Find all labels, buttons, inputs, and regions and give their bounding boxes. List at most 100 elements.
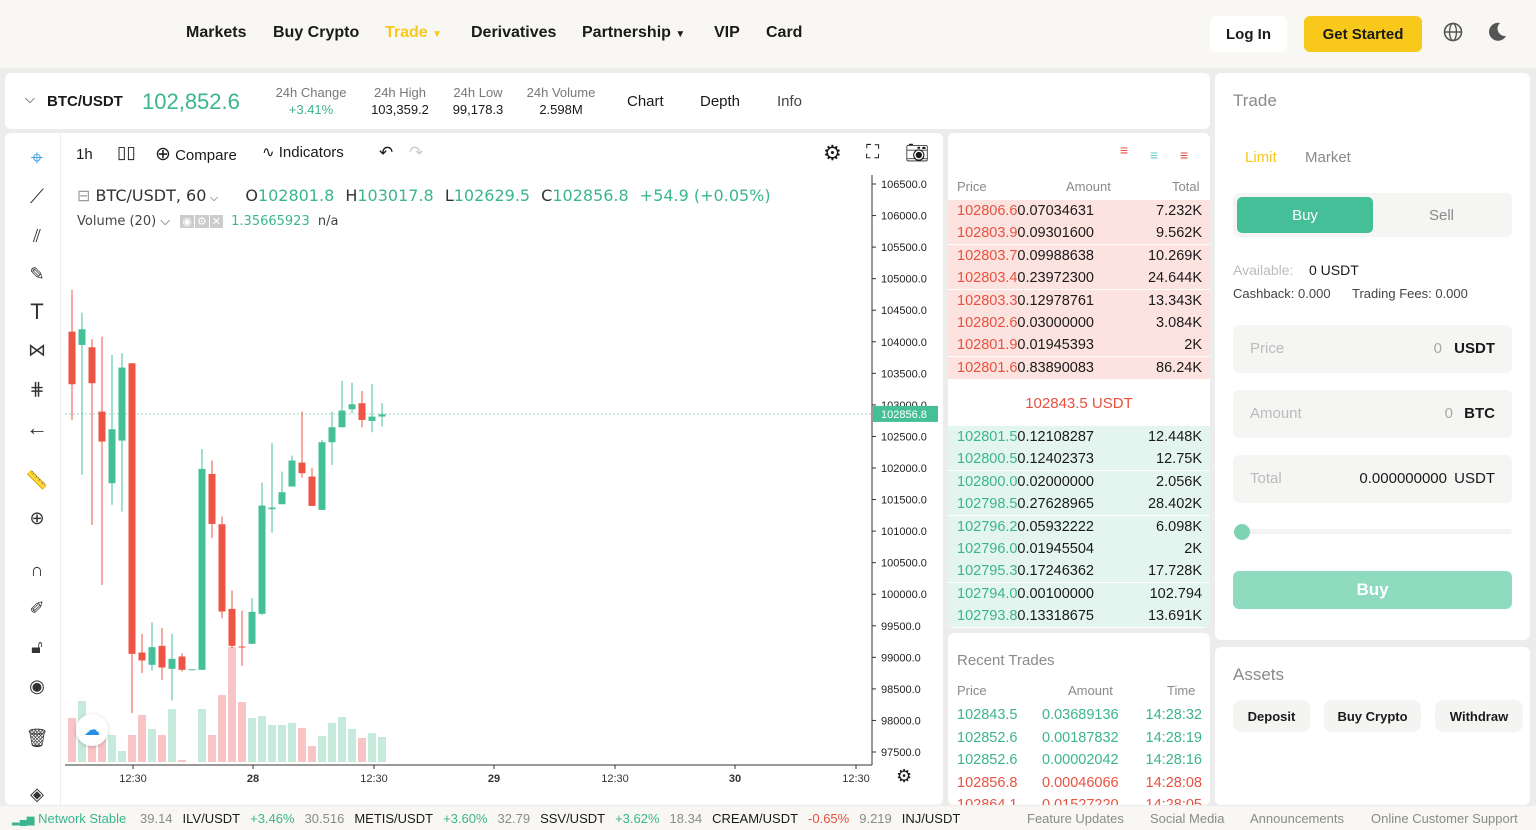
total-input[interactable]: 0.000000000 [1359,470,1447,487]
link-social-media[interactable]: Social Media [1150,811,1224,826]
trade-row: 102864.1 0.01527220 14:28:05 [948,794,1210,805]
rt-header-time: Time [1167,683,1196,698]
row-amount: 0.09988638 [1017,247,1094,264]
row-amount: 0.01945393 [1017,337,1094,354]
candle-body [318,442,326,510]
candle-body [148,647,156,665]
orderbook-row[interactable]: 102793.8 0.13318675 13.691K [948,605,1210,628]
amount-slider[interactable] [1236,529,1512,534]
trade-amount: 0.00002042 [1042,752,1119,769]
link-announcements[interactable]: Announcements [1250,811,1344,826]
row-total: 86.24K [1156,359,1202,376]
footer-ticker-price: 9.219 [859,811,892,826]
orderbook-row[interactable]: 102802.6 0.03000000 3.084K [948,312,1210,334]
volume-bar [238,702,246,762]
volume-bar [248,718,256,762]
row-price: 102806.6 [957,203,1018,219]
trade-row: 102843.5 0.03689136 14:28:32 [948,704,1210,726]
view-bids-icon[interactable]: ≡ [1150,147,1158,163]
amount-unit: BTC [1464,405,1495,422]
footer-ticker-pair[interactable]: METIS/USDT [354,811,433,826]
candle-body [168,658,176,669]
globe-icon[interactable] [1443,22,1463,42]
row-price: 102803.3 [957,292,1018,309]
row-total: 12.75K [1156,451,1202,468]
amount-label: Amount [1250,405,1302,422]
orderbook-row[interactable]: 102796.0 0.01945504 2K [948,538,1210,560]
view-both-icon[interactable]: ≡ [1120,143,1128,157]
link-feature-updates[interactable]: Feature Updates [1027,811,1124,826]
footer-ticker-pair[interactable]: INJ/USDT [902,811,961,826]
trade-time: 14:28:08 [1145,774,1202,791]
footer-ticker-pair[interactable]: SSV/USDT [540,811,605,826]
row-price: 102801.6 [957,359,1018,376]
volume-bar [278,725,286,762]
amount-input[interactable]: 0 [1445,405,1453,422]
footer-ticker-pair[interactable]: CREAM/USDT [712,811,798,826]
amount-field[interactable]: Amount 0 BTC [1233,390,1512,438]
volume-bar [258,716,266,762]
candle-body [308,476,316,506]
row-total: 2K [1184,541,1202,557]
network-status-label: Network Stable [38,811,127,826]
price-field[interactable]: Price 0 USDT [1233,325,1512,373]
candle-body [88,347,96,384]
sell-tab[interactable]: Sell [1375,197,1508,233]
orderbook-row[interactable]: 102798.5 0.27628965 28.402K [948,493,1210,516]
orderbook-row[interactable]: 102796.2 0.05932222 6.098K [948,515,1210,538]
row-total: 17.728K [1147,563,1202,580]
candle-body [158,645,166,668]
link-customer-support[interactable]: Online Customer Support [1371,811,1518,826]
withdraw-button[interactable]: Withdraw [1435,700,1523,732]
total-field[interactable]: Total 0.000000000 USDT [1233,455,1512,503]
orderbook-row[interactable]: 102800.5 0.12402373 12.75K [948,448,1210,471]
candle-body [118,367,126,441]
orderbook-row[interactable]: 102801.9 0.01945393 2K [948,334,1210,357]
x-tick-label: 12:30 [842,773,870,785]
row-price: 102803.4 [957,270,1018,287]
footer-ticker-strip: 39.14 ILV/USDT +3.46% 30.516 METIS/USDT +3.60… [140,811,960,826]
deposit-button[interactable]: Deposit [1233,700,1310,732]
slider-handle[interactable] [1234,524,1250,540]
tradingview-logo-icon[interactable]: ☁ [76,714,108,746]
orderbook-row[interactable]: 102794.0 0.00100000 102.794 [948,582,1210,605]
footer-ticker-price: 30.516 [304,811,345,826]
orderbook-row[interactable]: 102806.6 0.07034631 7.232K [948,200,1210,222]
volume-bar [378,737,386,762]
get-started-button[interactable]: Get Started [1304,16,1422,52]
login-button[interactable]: Log In [1210,16,1287,52]
volume-bar [348,729,356,762]
volume-bar [198,709,206,762]
trade-price: 102856.8 [957,774,1018,791]
recent-trades: Recent Trades Price Amount Time 102843.5… [948,633,1210,805]
volume-bar [298,728,306,762]
footer-ticker-pair[interactable]: ILV/USDT [183,811,241,826]
orderbook-row[interactable]: 102800.0 0.02000000 2.056K [948,470,1210,493]
candle-body [258,505,266,614]
tab-limit[interactable]: Limit [1245,149,1277,166]
row-price: 102803.7 [957,247,1018,264]
orderbook-row[interactable]: 102803.7 0.09988638 10.269K [948,244,1210,267]
orderbook-row[interactable]: 102803.3 0.12978761 13.343K [948,289,1210,312]
trade-price: 102852.6 [957,729,1018,746]
orderbook-row[interactable]: 102795.3 0.17246362 17.728K [948,560,1210,583]
submit-buy-button[interactable]: Buy [1233,571,1512,609]
row-price: 102793.8 [957,608,1018,625]
tab-market[interactable]: Market [1305,149,1351,166]
buy-tab[interactable]: Buy [1237,197,1373,233]
price-input[interactable]: 0 [1434,340,1442,357]
moon-icon[interactable] [1486,21,1508,43]
candlestick-chart[interactable]: 106500.0 106000.0 105500.0 105000.0 104500.0… [0,0,948,806]
x-tick-label: 29 [488,773,500,785]
orderbook-row[interactable]: 102803.4 0.23972300 24.644K [948,267,1210,290]
y-tick-label: 100500.0 [881,558,927,570]
orderbook-row[interactable]: 102803.9 0.09301600 9.562K [948,222,1210,245]
buy-crypto-button[interactable]: Buy Crypto [1324,700,1421,732]
view-asks-icon[interactable]: ≡ [1180,147,1188,163]
row-total: 10.269K [1147,247,1202,264]
orderbook-row[interactable]: 102801.5 0.12108287 12.448K [948,426,1210,448]
orderbook-row[interactable]: 102801.6 0.83890083 86.24K [948,356,1210,379]
volume-bar [168,709,176,762]
axis-settings-icon[interactable]: ⚙ [896,766,912,787]
volume-bar [308,746,316,762]
